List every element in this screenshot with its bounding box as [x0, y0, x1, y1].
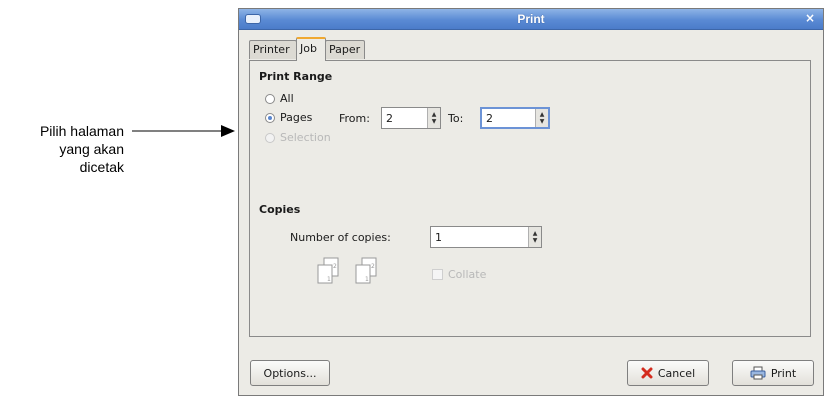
- cancel-button-label: Cancel: [657, 366, 696, 380]
- copies-spinner[interactable]: 1 ▲ ▼: [430, 226, 542, 248]
- radio-all-button[interactable]: [265, 93, 275, 104]
- collate-checkbox[interactable]: [432, 269, 443, 280]
- svg-text:1: 1: [327, 276, 331, 283]
- number-of-copies-label: Number of copies:: [290, 231, 391, 244]
- copies-title: Copies: [259, 203, 301, 216]
- tab-job[interactable]: Job: [296, 37, 326, 61]
- radio-selection-label: Selection: [280, 131, 331, 144]
- radio-selection[interactable]: Selection: [265, 131, 331, 144]
- radio-pages-button[interactable]: [265, 112, 275, 123]
- annotation-line-1: Pilih halaman: [39, 123, 124, 139]
- radio-pages[interactable]: Pages: [265, 111, 312, 124]
- print-range-title: Print Range: [259, 70, 333, 83]
- from-spinner[interactable]: 2 ▲ ▼: [381, 107, 441, 129]
- printer-icon: [750, 366, 766, 380]
- radio-all-label: All: [280, 92, 294, 105]
- svg-text:2: 2: [333, 263, 337, 270]
- print-button-label: Print: [770, 366, 797, 380]
- from-spin-arrows-icon[interactable]: ▲ ▼: [427, 108, 440, 128]
- cancel-x-icon: [641, 367, 653, 379]
- tab-printer[interactable]: Printer: [249, 40, 297, 59]
- annotation-line-2: yang akan: [59, 141, 124, 157]
- collate-label: Collate: [448, 268, 487, 281]
- svg-text:2: 2: [371, 263, 375, 270]
- to-label: To:: [448, 112, 464, 125]
- from-value[interactable]: 2: [382, 112, 427, 125]
- annotation-arrow-icon: [132, 125, 235, 137]
- to-spin-arrows-icon[interactable]: ▲ ▼: [535, 109, 548, 127]
- print-button[interactable]: Print: [732, 360, 814, 386]
- window-title: Print: [517, 12, 545, 26]
- from-label: From:: [339, 112, 370, 125]
- copies-spin-arrows-icon[interactable]: ▲ ▼: [528, 227, 541, 247]
- radio-all[interactable]: All: [265, 92, 294, 105]
- to-value[interactable]: 2: [482, 112, 535, 125]
- to-spinner[interactable]: 2 ▲ ▼: [480, 107, 550, 129]
- print-dialog: Print × Printer Job Paper Print Range Al…: [238, 8, 824, 396]
- collate-checkbox-row[interactable]: Collate: [432, 268, 486, 281]
- title-bar[interactable]: Print ×: [239, 9, 823, 30]
- radio-pages-label: Pages: [280, 111, 313, 124]
- annotation-callout: Pilih halaman yang akan dicetak: [0, 122, 124, 176]
- annotation-line-3: dicetak: [79, 159, 124, 175]
- options-button-label: Options...: [263, 366, 317, 380]
- cancel-button[interactable]: Cancel: [627, 360, 709, 386]
- close-icon[interactable]: ×: [803, 12, 817, 25]
- collate-pages-icon: 1 2 1 2: [317, 257, 377, 284]
- svg-text:1: 1: [365, 276, 369, 283]
- job-tab-panel: Print Range All Pages From: 2 ▲ ▼ To: 2 ▲…: [249, 60, 811, 337]
- tab-paper[interactable]: Paper: [325, 40, 365, 59]
- options-button[interactable]: Options...: [250, 360, 330, 386]
- copies-value[interactable]: 1: [431, 231, 528, 244]
- radio-selection-button[interactable]: [265, 132, 275, 143]
